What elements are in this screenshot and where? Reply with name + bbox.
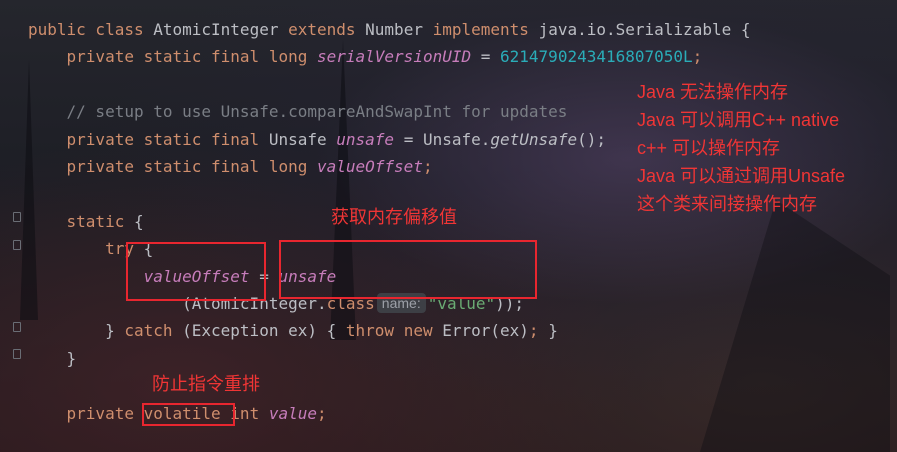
fold-marker-icon[interactable]: [13, 322, 21, 332]
editor-gutter: [0, 0, 22, 452]
annotation-note: Java 可以通过调用Unsafe: [637, 166, 846, 186]
annotation-note: Java 可以调用C++ native: [637, 110, 840, 130]
fold-marker-icon[interactable]: [13, 212, 21, 222]
annotation-note: c++ 可以操作内存: [637, 138, 781, 158]
code-line: static {: [66, 211, 144, 231]
fold-marker-icon[interactable]: [13, 349, 21, 359]
fold-marker-icon[interactable]: [13, 240, 21, 250]
code-line: // setup to use Unsafe.compareAndSwapInt…: [66, 102, 568, 122]
code-line: private static final long valueOffset;: [66, 157, 433, 177]
code-line: private static final Unsafe unsafe = Uns…: [66, 129, 606, 149]
annotation-note: Java 无法操作内存: [637, 82, 789, 102]
code-line: }: [66, 348, 77, 368]
annotation-note: 这个类来间接操作内存: [637, 194, 817, 214]
code-line: private static final long serialVersionU…: [66, 47, 703, 67]
offset-annotation: 获取内存偏移值: [331, 207, 457, 227]
highlight-box-valueoffset: [126, 242, 266, 301]
code-line: } catch (Exception ex) { throw new Error…: [105, 321, 558, 341]
reorder-annotation: 防止指令重排: [152, 374, 260, 394]
highlight-box-unsafe-call: [279, 240, 537, 299]
highlight-box-volatile: [142, 403, 235, 426]
code-line: public class AtomicInteger extends Numbe…: [28, 20, 751, 39]
